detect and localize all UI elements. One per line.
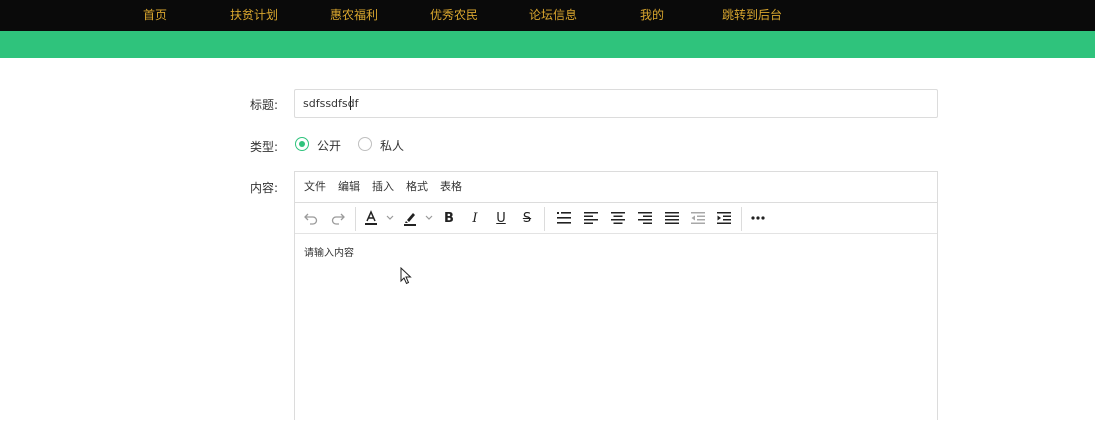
highlight-color-button[interactable] bbox=[399, 208, 421, 228]
nav-item-poverty-plan[interactable]: 扶贫计划 bbox=[230, 0, 278, 31]
banner-strip bbox=[0, 31, 1095, 58]
rich-text-editor: 文件 编辑 插入 格式 表格 B I U S 请输入内容 bbox=[294, 171, 938, 420]
outdent-icon bbox=[691, 212, 705, 224]
title-input[interactable] bbox=[294, 89, 938, 118]
indent-icon bbox=[717, 212, 731, 224]
text-color-button[interactable] bbox=[360, 208, 382, 228]
underline-icon: U bbox=[496, 210, 506, 226]
align-right-button[interactable] bbox=[634, 208, 656, 228]
radio-public[interactable] bbox=[295, 137, 309, 151]
italic-button[interactable]: I bbox=[464, 208, 486, 228]
underline-button[interactable]: U bbox=[490, 208, 512, 228]
nav-item-farmer-welfare[interactable]: 惠农福利 bbox=[330, 0, 378, 31]
chevron-down-icon[interactable] bbox=[386, 214, 394, 222]
radio-private-label[interactable]: 私人 bbox=[380, 137, 404, 154]
align-center-button[interactable] bbox=[607, 208, 629, 228]
align-right-icon bbox=[638, 212, 652, 224]
align-left-button[interactable] bbox=[580, 208, 602, 228]
menu-table[interactable]: 表格 bbox=[440, 172, 462, 202]
content-label: 内容: bbox=[250, 181, 279, 195]
indent-button[interactable] bbox=[713, 208, 735, 228]
more-button[interactable] bbox=[747, 208, 769, 228]
nav-item-forum[interactable]: 论坛信息 bbox=[529, 0, 577, 31]
editor-menubar: 文件 编辑 插入 格式 表格 bbox=[295, 172, 937, 203]
mouse-pointer-icon bbox=[400, 267, 412, 285]
more-icon bbox=[751, 216, 765, 220]
menu-file[interactable]: 文件 bbox=[304, 172, 326, 202]
menu-insert[interactable]: 插入 bbox=[372, 172, 394, 202]
align-left-icon bbox=[584, 212, 598, 224]
undo-icon bbox=[304, 213, 318, 225]
nav-item-home[interactable]: 首页 bbox=[143, 0, 167, 31]
italic-icon: I bbox=[472, 210, 478, 226]
radio-public-label[interactable]: 公开 bbox=[317, 137, 341, 154]
strikethrough-icon: S bbox=[522, 210, 532, 226]
undo-button[interactable] bbox=[300, 208, 322, 228]
redo-button[interactable] bbox=[327, 208, 349, 228]
top-navigation: 首页 扶贫计划 惠农福利 优秀农民 论坛信息 我的 跳转到后台 bbox=[0, 0, 1095, 31]
toolbar-separator bbox=[544, 207, 545, 231]
menu-format[interactable]: 格式 bbox=[406, 172, 428, 202]
outdent-button[interactable] bbox=[687, 208, 709, 228]
text-caret bbox=[350, 96, 351, 110]
nav-item-mine[interactable]: 我的 bbox=[640, 0, 664, 31]
text-color-icon bbox=[365, 210, 377, 225]
type-label: 类型: bbox=[250, 140, 279, 154]
bullet-list-button[interactable] bbox=[553, 208, 575, 228]
align-justify-button[interactable] bbox=[661, 208, 683, 228]
nav-item-excellent-farmers[interactable]: 优秀农民 bbox=[430, 0, 478, 31]
bold-button[interactable]: B bbox=[438, 208, 460, 228]
align-center-icon bbox=[611, 212, 625, 224]
toolbar-separator bbox=[741, 207, 742, 231]
bold-icon: B bbox=[444, 210, 454, 226]
bullet-list-icon bbox=[557, 212, 571, 224]
toolbar-separator bbox=[355, 207, 356, 231]
redo-icon bbox=[331, 213, 345, 225]
nav-item-admin[interactable]: 跳转到后台 bbox=[722, 0, 782, 31]
highlight-color-icon bbox=[404, 213, 416, 226]
editor-toolbar: B I U S bbox=[295, 203, 937, 234]
menu-edit[interactable]: 编辑 bbox=[338, 172, 360, 202]
title-label: 标题: bbox=[250, 98, 279, 112]
editor-content-area[interactable]: 请输入内容 bbox=[295, 234, 937, 421]
editor-placeholder: 请输入内容 bbox=[304, 248, 354, 259]
radio-private[interactable] bbox=[358, 137, 372, 151]
chevron-down-icon[interactable] bbox=[425, 214, 433, 222]
strikethrough-button[interactable]: S bbox=[516, 208, 538, 228]
align-justify-icon bbox=[665, 212, 679, 224]
